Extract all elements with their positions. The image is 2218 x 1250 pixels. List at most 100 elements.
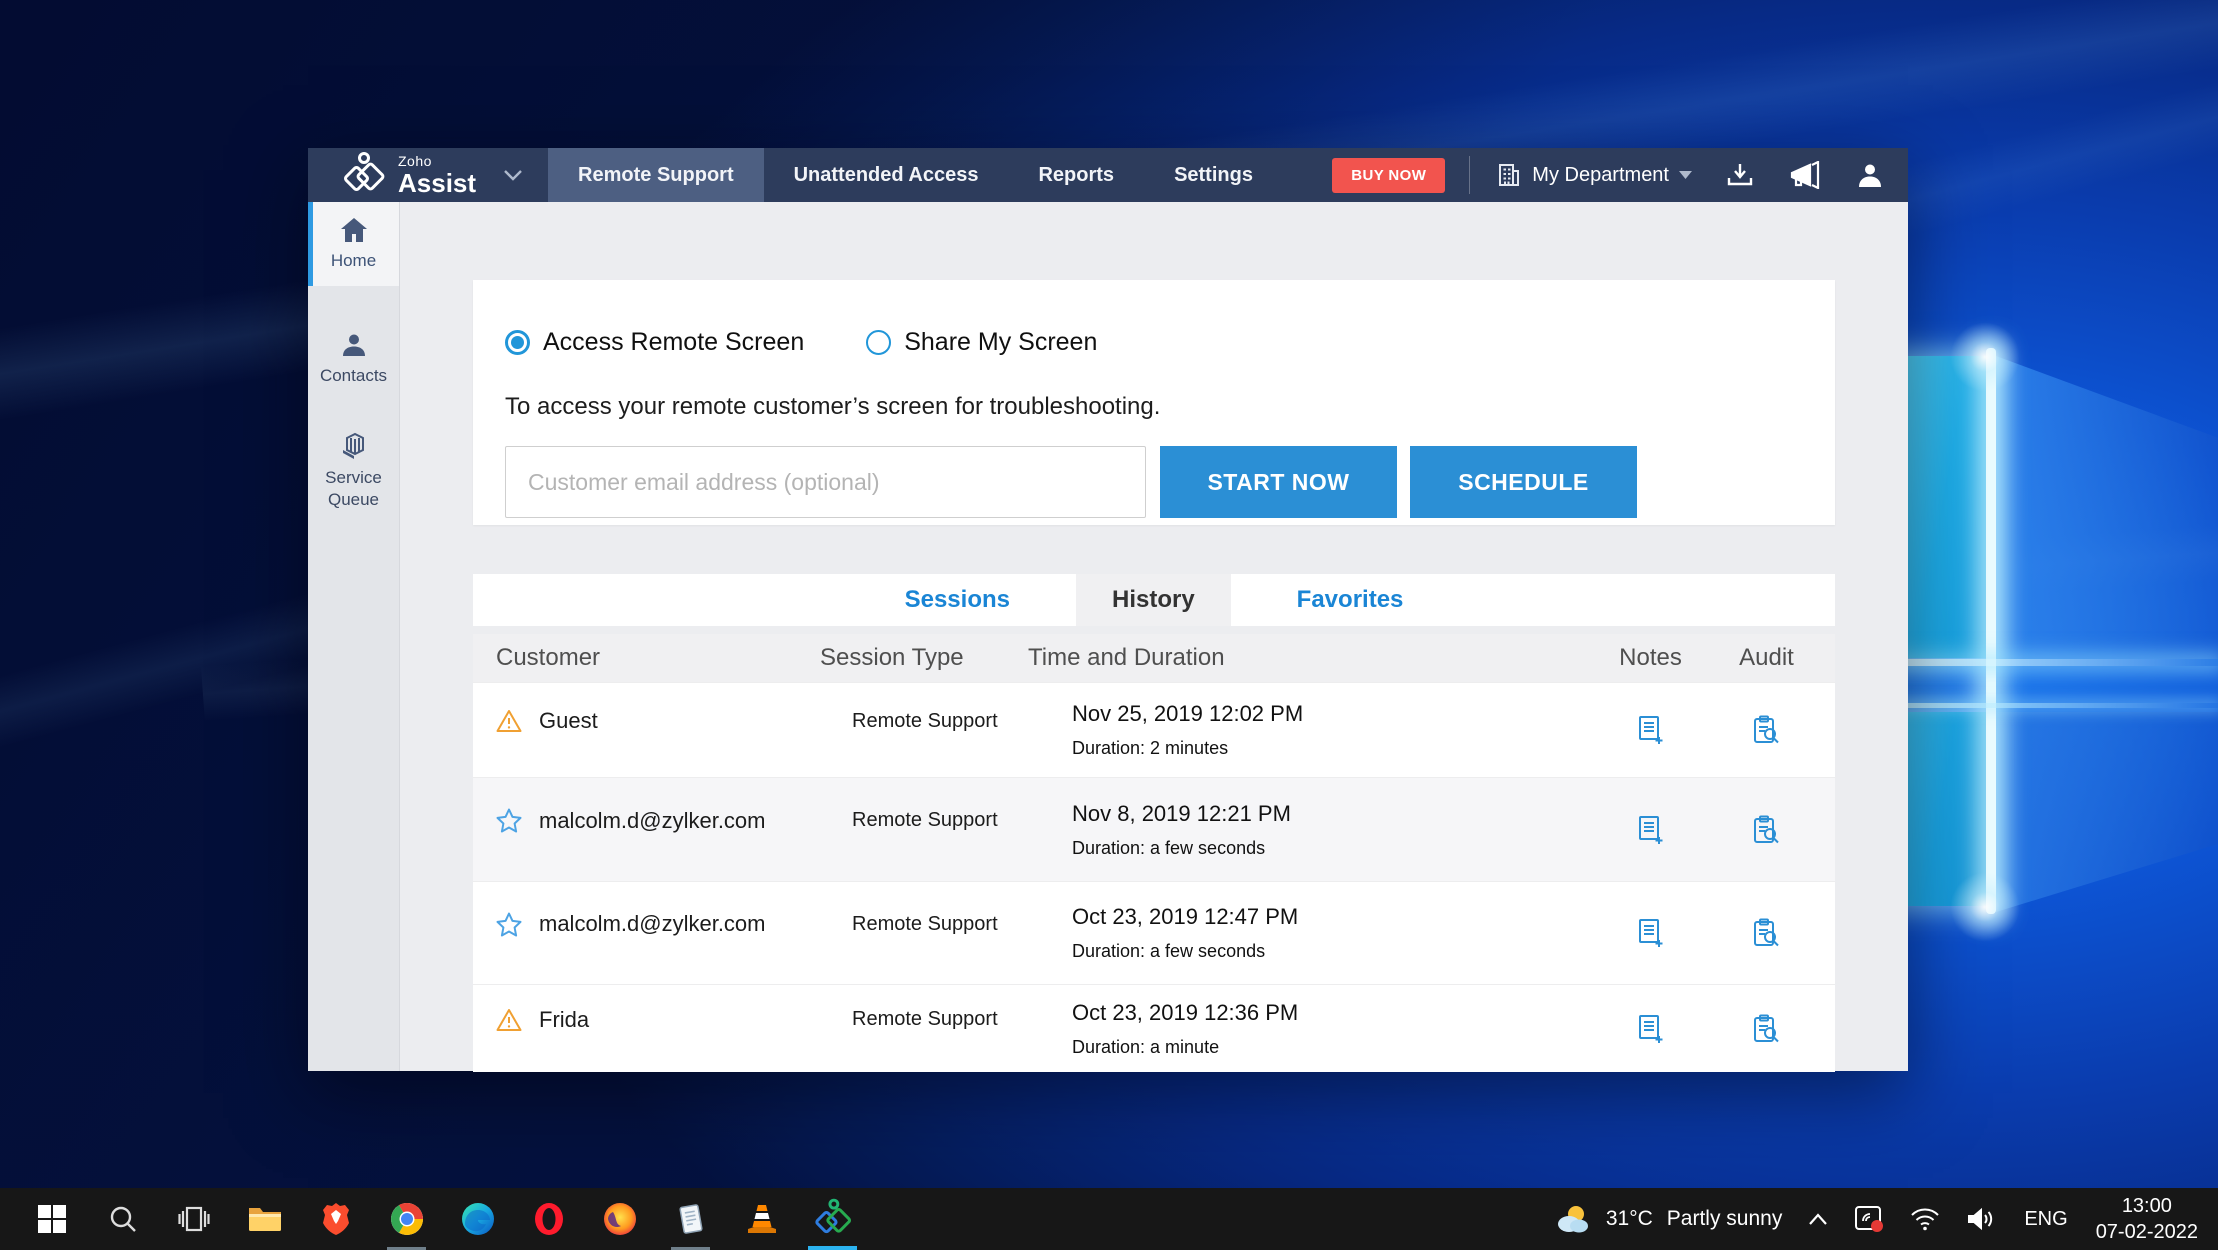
main-content: Access Remote Screen Share My Screen To … bbox=[400, 202, 1908, 1071]
brand-zoho: Zoho bbox=[398, 154, 476, 168]
session-duration: Duration: a few seconds bbox=[1072, 941, 1603, 962]
weather-widget[interactable]: 31°C Partly sunny bbox=[1554, 1203, 1782, 1235]
notepad-icon[interactable] bbox=[655, 1188, 726, 1250]
zoho-assist-window: Zoho Assist Remote Support Unattended Ac… bbox=[308, 148, 1908, 1071]
sidebar: Home Contacts bbox=[308, 202, 400, 1071]
notes-icon[interactable] bbox=[1638, 918, 1664, 948]
wallpaper-windows-logo-pane bbox=[1996, 712, 2218, 912]
table-row: malcolm.d@zylker.com Remote Support Oct … bbox=[473, 881, 1835, 984]
zoho-assist-logo-icon bbox=[342, 151, 386, 199]
partly-sunny-icon bbox=[1554, 1203, 1592, 1235]
nav-divider bbox=[1469, 156, 1470, 194]
notes-icon[interactable] bbox=[1638, 715, 1664, 745]
volume-icon[interactable] bbox=[1966, 1206, 1996, 1232]
clock-widget[interactable]: 13:00 07-02-2022 bbox=[2096, 1193, 2198, 1245]
edge-icon[interactable] bbox=[442, 1188, 513, 1250]
session-duration: Duration: a few seconds bbox=[1072, 838, 1603, 859]
chrome-icon[interactable] bbox=[371, 1188, 442, 1250]
customer-email-input[interactable] bbox=[505, 446, 1146, 518]
session-duration: Duration: a minute bbox=[1072, 1037, 1603, 1058]
task-view-icon[interactable] bbox=[158, 1188, 229, 1250]
app-logo[interactable]: Zoho Assist bbox=[308, 148, 476, 202]
start-button[interactable] bbox=[16, 1188, 87, 1250]
brand-assist: Assist bbox=[398, 170, 476, 196]
start-now-button[interactable]: START NOW bbox=[1160, 446, 1397, 518]
firefox-icon[interactable] bbox=[584, 1188, 655, 1250]
table-header-row: Customer Session Type Time and Duration … bbox=[473, 634, 1835, 682]
session-time: Nov 25, 2019 12:02 PM bbox=[1072, 701, 1603, 727]
session-time: Oct 23, 2019 12:36 PM bbox=[1072, 1000, 1603, 1026]
notes-icon[interactable] bbox=[1638, 815, 1664, 845]
app-top-nav: Zoho Assist Remote Support Unattended Ac… bbox=[308, 148, 1908, 202]
department-selector[interactable]: My Department bbox=[1496, 162, 1692, 188]
schedule-button[interactable]: SCHEDULE bbox=[1410, 446, 1637, 518]
show-hidden-icons-chevron[interactable] bbox=[1808, 1213, 1828, 1225]
customer-name: malcolm.d@zylker.com bbox=[539, 808, 766, 834]
taskbar-apps bbox=[0, 1188, 868, 1250]
tab-favorites[interactable]: Favorites bbox=[1261, 574, 1440, 626]
chevron-down-icon[interactable] bbox=[504, 148, 522, 202]
download-icon[interactable] bbox=[1726, 162, 1754, 188]
file-explorer-icon[interactable] bbox=[229, 1188, 300, 1250]
start-session-panel: Access Remote Screen Share My Screen To … bbox=[473, 280, 1835, 525]
buy-now-button[interactable]: BUY NOW bbox=[1332, 158, 1445, 193]
date-label: 07-02-2022 bbox=[2096, 1219, 2198, 1245]
system-tray: 31°C Partly sunny bbox=[1554, 1193, 2218, 1245]
desktop: Zoho Assist Remote Support Unattended Ac… bbox=[0, 0, 2218, 1250]
radio-label: Share My Screen bbox=[904, 328, 1097, 357]
language-indicator[interactable]: ENG bbox=[2024, 1208, 2067, 1231]
audit-icon[interactable] bbox=[1753, 815, 1781, 845]
nav-tabs: Remote Support Unattended Access Reports… bbox=[548, 148, 1283, 202]
vlc-icon[interactable] bbox=[726, 1188, 797, 1250]
customer-name: malcolm.d@zylker.com bbox=[539, 911, 766, 937]
audit-icon[interactable] bbox=[1753, 918, 1781, 948]
radio-share-my-screen[interactable]: Share My Screen bbox=[866, 328, 1097, 357]
audit-icon[interactable] bbox=[1753, 1014, 1781, 1044]
sidebar-item-label: Service Queue bbox=[308, 467, 399, 510]
search-icon[interactable] bbox=[87, 1188, 158, 1250]
tab-history[interactable]: History bbox=[1076, 574, 1231, 626]
opera-icon[interactable] bbox=[513, 1188, 584, 1250]
wallpaper-glow bbox=[1950, 872, 2020, 942]
table-row: malcolm.d@zylker.com Remote Support Nov … bbox=[473, 777, 1835, 881]
table-row: Guest Remote Support Nov 25, 2019 12:02 … bbox=[473, 682, 1835, 777]
user-account-icon[interactable] bbox=[1856, 161, 1884, 189]
star-icon bbox=[496, 808, 522, 833]
nav-tab-unattended-access[interactable]: Unattended Access bbox=[764, 148, 1009, 202]
sidebar-item-home[interactable]: Home bbox=[308, 202, 399, 286]
announcements-icon[interactable] bbox=[1788, 161, 1822, 189]
wallpaper-windows-logo-edge bbox=[1986, 348, 1996, 914]
radio-unselected-icon[interactable] bbox=[866, 330, 891, 355]
windows-taskbar: 31°C Partly sunny bbox=[0, 1188, 2218, 1250]
column-header: Audit bbox=[1698, 644, 1835, 672]
brave-icon[interactable] bbox=[300, 1188, 371, 1250]
radio-label: Access Remote Screen bbox=[543, 328, 804, 357]
department-label: My Department bbox=[1532, 164, 1669, 187]
session-duration: Duration: 2 minutes bbox=[1072, 738, 1603, 759]
radio-selected-icon[interactable] bbox=[505, 330, 530, 355]
nav-tab-remote-support[interactable]: Remote Support bbox=[548, 148, 764, 202]
sidebar-item-contacts[interactable]: Contacts bbox=[308, 332, 399, 386]
audit-icon[interactable] bbox=[1753, 715, 1781, 745]
zoho-assist-taskbar-icon[interactable] bbox=[797, 1188, 868, 1250]
session-type: Remote Support bbox=[798, 1008, 1028, 1031]
home-icon bbox=[340, 217, 368, 243]
notes-icon[interactable] bbox=[1638, 1014, 1664, 1044]
nav-tab-reports[interactable]: Reports bbox=[1008, 148, 1144, 202]
screen-session-indicator-icon[interactable] bbox=[1854, 1205, 1884, 1233]
app-body: Home Contacts bbox=[308, 202, 1908, 1071]
warning-icon bbox=[496, 1008, 522, 1032]
session-type: Remote Support bbox=[798, 913, 1028, 936]
customer-name: Guest bbox=[539, 708, 598, 734]
wifi-icon[interactable] bbox=[1910, 1207, 1940, 1231]
sidebar-item-service-queue[interactable]: Service Queue bbox=[308, 432, 399, 510]
tab-sessions[interactable]: Sessions bbox=[869, 574, 1046, 626]
radio-access-remote-screen[interactable]: Access Remote Screen bbox=[505, 328, 804, 357]
sidebar-item-label: Contacts bbox=[320, 365, 387, 386]
column-header: Notes bbox=[1603, 644, 1698, 672]
column-header: Time and Duration bbox=[1028, 644, 1603, 672]
session-list-tabs: Sessions History Favorites bbox=[473, 574, 1835, 626]
nav-tab-settings[interactable]: Settings bbox=[1144, 148, 1283, 202]
sidebar-item-label: Home bbox=[331, 250, 376, 271]
session-type: Remote Support bbox=[798, 809, 1028, 832]
